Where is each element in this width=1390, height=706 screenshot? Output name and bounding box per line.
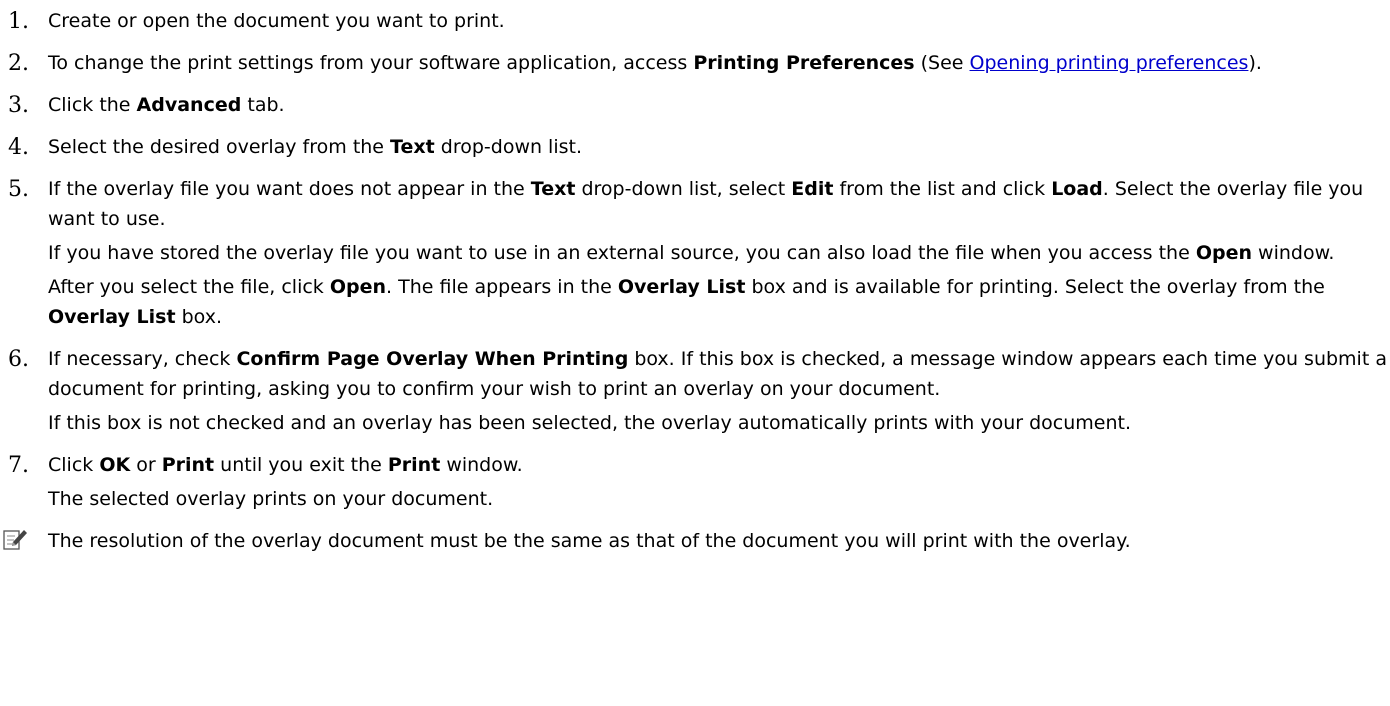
text-run: ). [1248,52,1262,74]
step-7: 7. Click OK or Print until you exit the P… [0,450,1390,514]
text-run: Click [48,454,100,476]
ui-term: Overlay List [617,276,746,298]
note-block: The resolution of the overlay document m… [0,526,1390,556]
step-paragraph: If you have stored the overlay file you … [48,238,1390,268]
step-paragraph: The selected overlay prints on your docu… [48,484,1390,514]
text-run: window. [440,454,523,476]
step-4: 4. Select the desired overlay from the Te… [0,132,1390,162]
step-list: 1. Create or open the document you want t… [0,6,1390,514]
step-paragraph: To change the print settings from your s… [48,48,1390,78]
text-run: If you have stored the overlay file you … [48,242,1196,264]
text-run: To change the print settings from your s… [48,52,694,74]
ui-term: Open [329,276,387,298]
text-run: box and is available for printing. Selec… [745,276,1325,298]
step-paragraph: Select the desired overlay from the Text… [48,132,1390,162]
step-paragraph: If this box is not checked and an overla… [48,408,1390,438]
text-run: Create or open the document you want to … [48,10,505,32]
step-6: 6. If necessary, check Confirm Page Overl… [0,344,1390,438]
ui-term: Confirm Page Overlay When Printing [236,348,629,370]
text-run: Click the [48,94,137,116]
step-1: 1. Create or open the document you want t… [0,6,1390,36]
step-number: 4. [8,135,29,160]
ui-term: Text [530,178,576,200]
text-run: drop-down list. [434,136,583,158]
note-pencil-icon [3,530,27,550]
text-run: The selected overlay prints on your docu… [48,488,494,510]
ui-term: OK [99,454,131,476]
text-run: If this box is not checked and an overla… [48,412,1132,434]
text-run: from the list and click [833,178,1052,200]
note-text: The resolution of the overlay document m… [48,530,1131,552]
ui-term: Advanced [136,94,242,116]
text-run: . The file appears in the [386,276,618,298]
step-number: 5. [8,177,29,202]
help-document: 1. Create or open the document you want t… [0,0,1390,556]
opening-printing-preferences-link[interactable]: Opening printing preferences [970,52,1249,74]
step-number: 2. [8,51,29,76]
step-paragraph: If necessary, check Confirm Page Overlay… [48,344,1390,404]
step-paragraph: After you select the file, click Open. T… [48,272,1390,332]
ui-term: Load [1051,178,1103,200]
step-number: 3. [8,93,29,118]
text-run: If the overlay file you want does not ap… [48,178,531,200]
text-run: (See [914,52,970,74]
step-number: 6. [8,347,29,372]
ui-term: Print [161,454,215,476]
text-run: tab. [241,94,285,116]
step-paragraph: Create or open the document you want to … [48,6,1390,36]
text-run: After you select the file, click [48,276,330,298]
text-run: Select the desired overlay from the [48,136,391,158]
text-run: box. [175,306,222,328]
text-run: until you exit the [214,454,388,476]
text-run: drop-down list, select [575,178,792,200]
ui-term: Text [390,136,435,158]
ui-term: Open [1195,242,1253,264]
step-5: 5. If the overlay file you want does not … [0,174,1390,332]
ui-term: Print [387,454,441,476]
step-paragraph: If the overlay file you want does not ap… [48,174,1390,234]
step-number: 7. [8,453,29,478]
step-3: 3. Click the Advanced tab. [0,90,1390,120]
step-number: 1. [8,9,29,34]
step-paragraph: Click the Advanced tab. [48,90,1390,120]
step-2: 2. To change the print settings from your… [0,48,1390,78]
text-run: window. [1252,242,1335,264]
ui-term: Edit [791,178,834,200]
step-paragraph: Click OK or Print until you exit the Pri… [48,450,1390,480]
ui-term: Printing Preferences [693,52,915,74]
text-run: If necessary, check [48,348,237,370]
ui-term: Overlay List [48,306,176,328]
text-run: or [130,454,162,476]
